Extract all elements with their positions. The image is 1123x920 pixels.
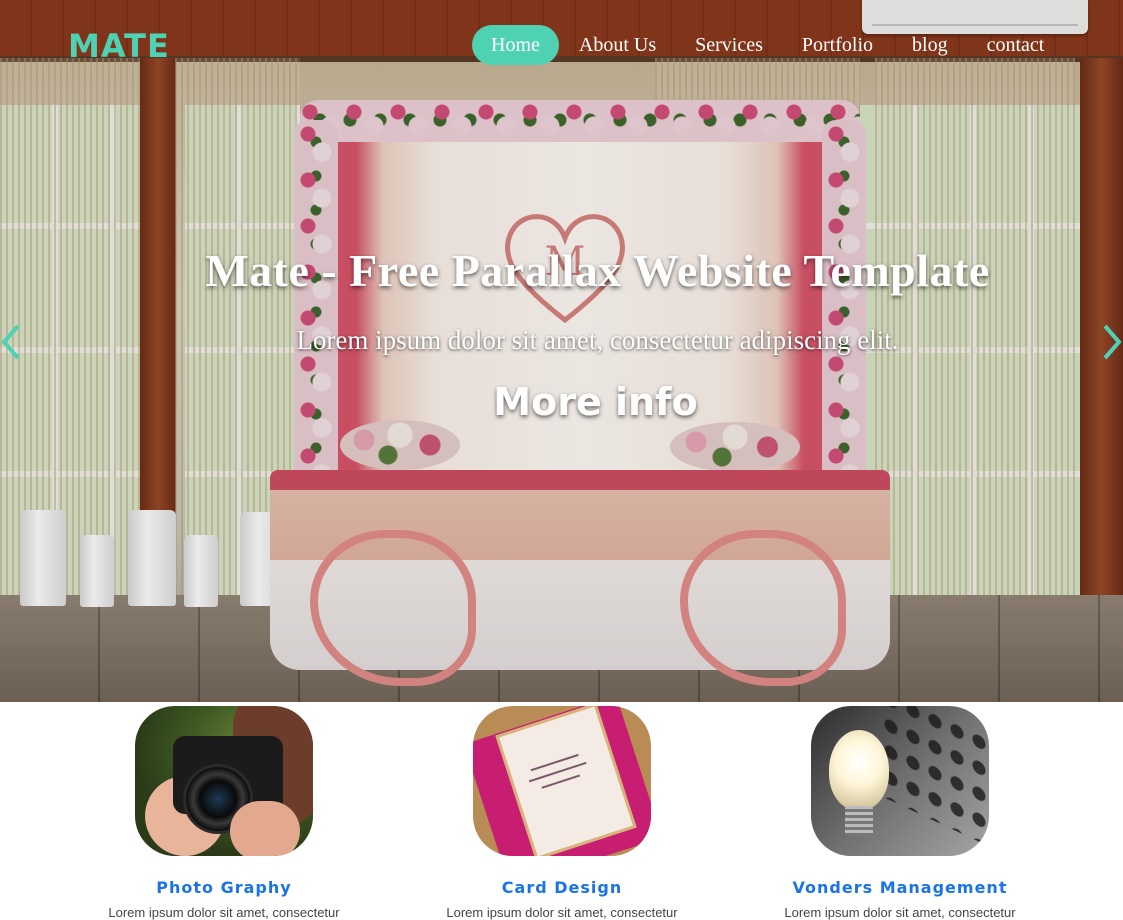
main-nav: Home About Us Services Portfolio blog co… — [472, 25, 1064, 65]
light-bulb-photo — [811, 706, 989, 856]
nav-item-services[interactable]: Services — [676, 25, 782, 65]
more-info-button[interactable]: More info — [0, 380, 1123, 424]
service-card: Photo Graphy Lorem ipsum dolor sit amet,… — [74, 706, 374, 920]
nav-item-about-us[interactable]: About Us — [560, 25, 675, 65]
service-title[interactable]: Card Design — [412, 878, 712, 897]
services-section: Photo Graphy Lorem ipsum dolor sit amet,… — [0, 702, 1123, 920]
slider-prev-button[interactable] — [0, 322, 22, 362]
hero-title: Mate - Free Parallax Website Template — [205, 245, 990, 296]
service-description: Lorem ipsum dolor sit amet, consectetur — [446, 905, 678, 920]
service-description: Lorem ipsum dolor sit amet, consectetur — [108, 905, 340, 920]
hero-subtitle: Lorem ipsum dolor sit amet, consectetur … — [296, 325, 899, 355]
service-card: Card Design Lorem ipsum dolor sit amet, … — [412, 706, 712, 920]
service-card: Vonders Management Lorem ipsum dolor sit… — [750, 706, 1050, 920]
camera-photo — [135, 706, 313, 856]
chevron-left-icon — [1, 324, 20, 360]
nav-item-contact[interactable]: contact — [968, 25, 1064, 65]
invitation-card-photo — [473, 706, 651, 856]
nav-item-portfolio[interactable]: Portfolio — [783, 25, 892, 65]
slider-next-button[interactable] — [1101, 322, 1123, 362]
site-logo[interactable]: MATE — [68, 26, 170, 66]
nav-item-home[interactable]: Home — [472, 25, 559, 65]
nav-item-blog[interactable]: blog — [893, 25, 967, 65]
service-title[interactable]: Photo Graphy — [74, 878, 374, 897]
service-description: Lorem ipsum dolor sit amet, consectetur — [784, 905, 1016, 920]
chevron-right-icon — [1103, 324, 1122, 360]
service-title[interactable]: Vonders Management — [750, 878, 1050, 897]
